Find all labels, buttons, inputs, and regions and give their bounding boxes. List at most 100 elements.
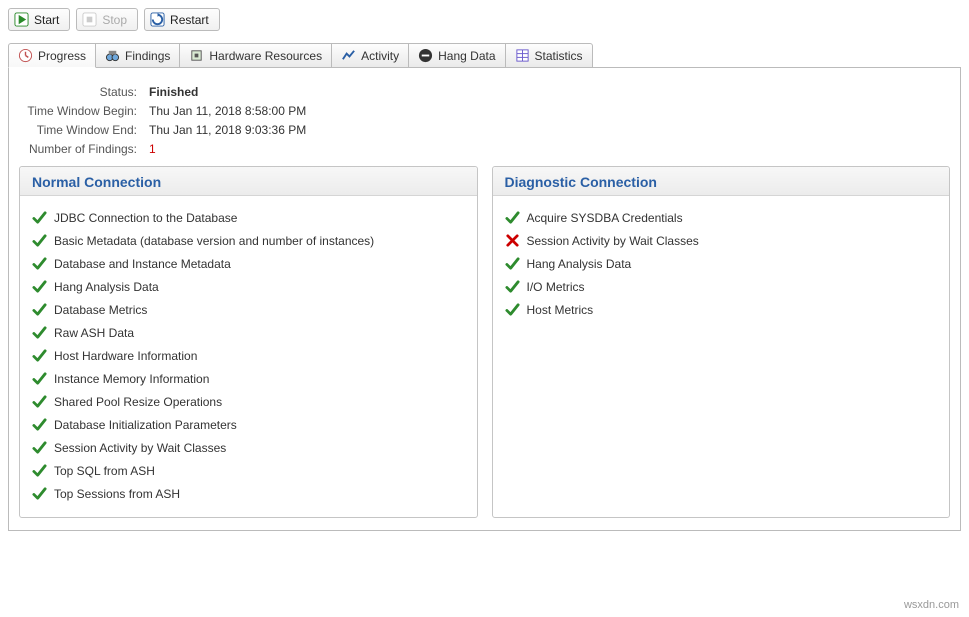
stop-button[interactable]: Stop <box>76 8 138 31</box>
list-item-label: Shared Pool Resize Operations <box>54 395 222 409</box>
findings-label: Number of Findings: <box>19 142 149 156</box>
list-item: Top Sessions from ASH <box>32 482 465 505</box>
list-item: Top SQL from ASH <box>32 459 465 482</box>
list-item-label: Session Activity by Wait Classes <box>527 234 699 248</box>
chart-icon <box>341 48 356 63</box>
list-item-label: JDBC Connection to the Database <box>54 211 237 225</box>
findings-value: 1 <box>149 142 156 156</box>
list-item: Hang Analysis Data <box>32 275 465 298</box>
list-item: Shared Pool Resize Operations <box>32 390 465 413</box>
list-item-label: I/O Metrics <box>527 280 585 294</box>
list-item-label: Database Initialization Parameters <box>54 418 237 432</box>
list-item-label: Database Metrics <box>54 303 147 317</box>
diag-panel-body: Acquire SYSDBA Credentials Session Activi… <box>493 196 950 333</box>
tab-hang[interactable]: Hang Data <box>408 43 505 68</box>
list-item: Raw ASH Data <box>32 321 465 344</box>
normal-panel-title: Normal Connection <box>20 167 477 196</box>
check-icon <box>32 279 47 294</box>
diagnostic-connection-panel: Diagnostic Connection Acquire SYSDBA Cre… <box>492 166 951 518</box>
normal-connection-panel: Normal Connection JDBC Connection to the… <box>19 166 478 518</box>
list-item: Hang Analysis Data <box>505 252 938 275</box>
check-icon <box>32 417 47 432</box>
progress-panel: Status: Finished Time Window Begin: Thu … <box>8 67 961 531</box>
check-icon <box>32 486 47 501</box>
tab-progress[interactable]: Progress <box>8 43 96 68</box>
restart-icon <box>150 12 165 27</box>
stop-label: Stop <box>102 13 127 27</box>
tab-findings[interactable]: Findings <box>95 43 180 68</box>
check-icon <box>32 302 47 317</box>
list-item-label: Host Metrics <box>527 303 594 317</box>
stop-circle-icon <box>418 48 433 63</box>
connection-panels: Normal Connection JDBC Connection to the… <box>19 166 950 518</box>
chip-icon <box>189 48 204 63</box>
list-item: JDBC Connection to the Database <box>32 206 465 229</box>
list-item-label: Hang Analysis Data <box>54 280 159 294</box>
diag-panel-title: Diagnostic Connection <box>493 167 950 196</box>
restart-label: Restart <box>170 13 209 27</box>
list-item: Database Metrics <box>32 298 465 321</box>
list-item-label: Basic Metadata (database version and num… <box>54 234 374 248</box>
tab-progress-label: Progress <box>38 49 86 63</box>
clock-icon <box>18 48 33 63</box>
status-label: Status: <box>19 85 149 99</box>
stop-icon <box>82 12 97 27</box>
check-icon <box>32 325 47 340</box>
start-label: Start <box>34 13 59 27</box>
tab-findings-label: Findings <box>125 49 170 63</box>
list-item-label: Session Activity by Wait Classes <box>54 441 226 455</box>
list-item: Basic Metadata (database version and num… <box>32 229 465 252</box>
check-icon <box>32 348 47 363</box>
begin-label: Time Window Begin: <box>19 104 149 118</box>
list-item-label: Host Hardware Information <box>54 349 197 363</box>
tab-activity[interactable]: Activity <box>331 43 409 68</box>
tab-stats-label: Statistics <box>535 49 583 63</box>
list-item: Database and Instance Metadata <box>32 252 465 275</box>
table-icon <box>515 48 530 63</box>
list-item-label: Acquire SYSDBA Credentials <box>527 211 683 225</box>
play-icon <box>14 12 29 27</box>
list-item: Session Activity by Wait Classes <box>32 436 465 459</box>
list-item-label: Hang Analysis Data <box>527 257 632 271</box>
check-icon <box>505 279 520 294</box>
toolbar: Start Stop Restart <box>8 8 961 31</box>
list-item-label: Instance Memory Information <box>54 372 209 386</box>
normal-panel-body: JDBC Connection to the Database Basic Met… <box>20 196 477 517</box>
list-item: Instance Memory Information <box>32 367 465 390</box>
tab-activity-label: Activity <box>361 49 399 63</box>
list-item-label: Top SQL from ASH <box>54 464 155 478</box>
check-icon <box>505 210 520 225</box>
list-item: Database Initialization Parameters <box>32 413 465 436</box>
status-value: Finished <box>149 85 198 99</box>
end-label: Time Window End: <box>19 123 149 137</box>
tab-stats[interactable]: Statistics <box>505 43 593 68</box>
start-button[interactable]: Start <box>8 8 70 31</box>
tab-hardware-label: Hardware Resources <box>209 49 322 63</box>
end-value: Thu Jan 11, 2018 9:03:36 PM <box>149 123 306 137</box>
binoculars-icon <box>105 48 120 63</box>
end-row: Time Window End: Thu Jan 11, 2018 9:03:3… <box>19 123 950 137</box>
tab-hardware[interactable]: Hardware Resources <box>179 43 332 68</box>
check-icon <box>505 256 520 271</box>
list-item: Host Hardware Information <box>32 344 465 367</box>
begin-row: Time Window Begin: Thu Jan 11, 2018 8:58… <box>19 104 950 118</box>
restart-button[interactable]: Restart <box>144 8 220 31</box>
watermark: wsxdn.com <box>904 599 959 611</box>
status-row: Status: Finished <box>19 85 950 99</box>
list-item-label: Database and Instance Metadata <box>54 257 231 271</box>
list-item: Session Activity by Wait Classes <box>505 229 938 252</box>
list-item: Acquire SYSDBA Credentials <box>505 206 938 229</box>
check-icon <box>32 210 47 225</box>
list-item: Host Metrics <box>505 298 938 321</box>
check-icon <box>505 302 520 317</box>
check-icon <box>32 371 47 386</box>
findings-row: Number of Findings: 1 <box>19 142 950 156</box>
begin-value: Thu Jan 11, 2018 8:58:00 PM <box>149 104 306 118</box>
list-item: I/O Metrics <box>505 275 938 298</box>
check-icon <box>32 233 47 248</box>
check-icon <box>32 394 47 409</box>
check-icon <box>32 256 47 271</box>
tab-hang-label: Hang Data <box>438 49 495 63</box>
list-item-label: Top Sessions from ASH <box>54 487 180 501</box>
cross-icon <box>505 233 520 248</box>
